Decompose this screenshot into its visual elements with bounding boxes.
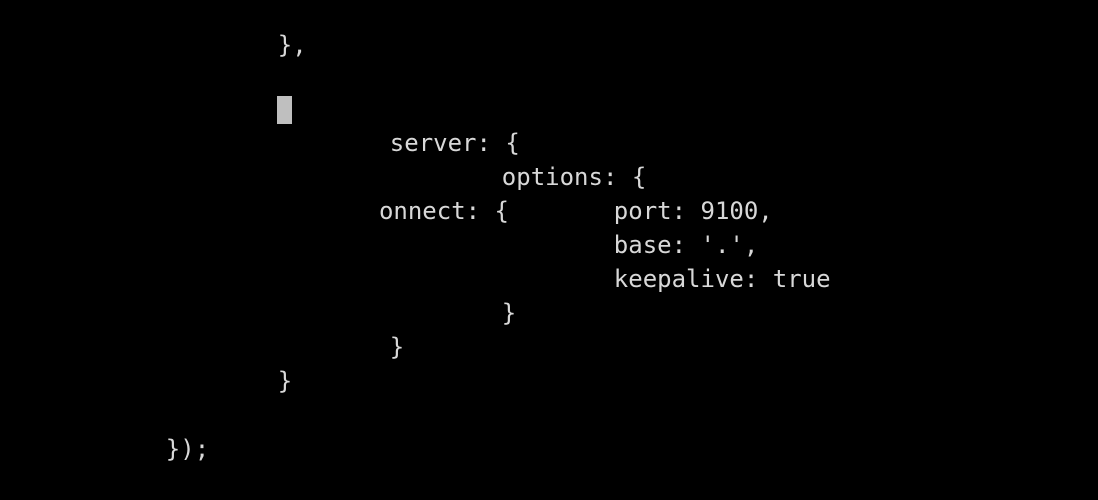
code-line-4: server: {: [332, 92, 520, 157]
code-text: keepalive: true: [613, 265, 831, 293]
code-line-11: }: [220, 330, 292, 395]
code-text: },: [277, 31, 307, 59]
code-line-8: keepalive: true: [556, 228, 831, 293]
terminal-window[interactable]: }, c onnect: { server: { options: { port…: [0, 0, 1098, 463]
code-line-7: base: '.',: [556, 194, 759, 259]
code-text: }: [277, 367, 293, 395]
code-line-6: port: 9100,: [556, 160, 773, 225]
text-cursor: [276, 96, 292, 124]
code-text: }: [389, 333, 405, 361]
code-line-3: c onnect: {: [220, 58, 509, 225]
code-text: }: [501, 299, 517, 327]
code-line-5: options: {: [444, 126, 647, 191]
code-line-13: });: [108, 398, 209, 463]
code-line-9: }: [444, 262, 516, 327]
code-line-10: }: [332, 296, 404, 361]
code-text: });: [165, 435, 210, 463]
cursor-character: c: [364, 163, 379, 191]
code-line-1: },: [220, 0, 307, 59]
